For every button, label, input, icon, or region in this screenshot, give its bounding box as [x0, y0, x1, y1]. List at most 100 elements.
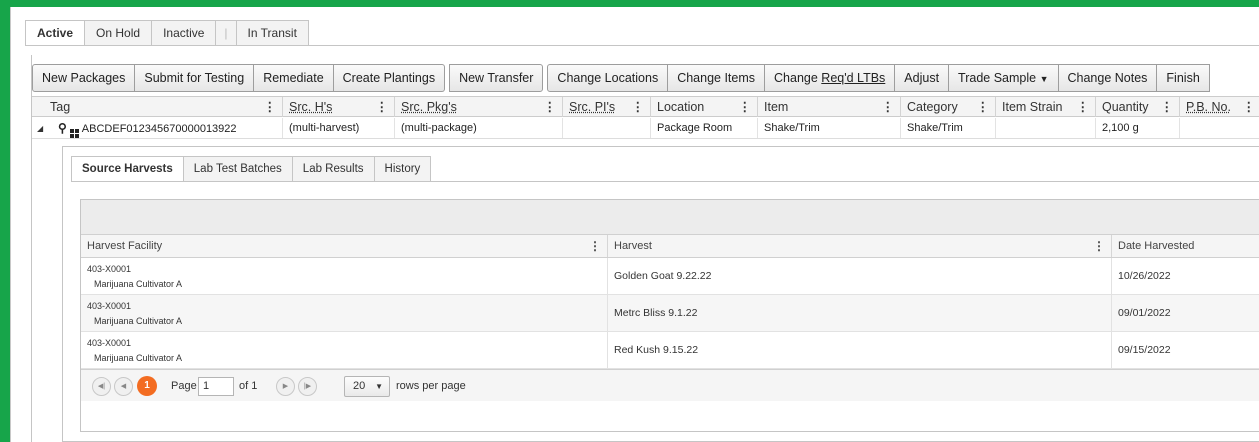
date-harvested: 09/15/2022 [1111, 332, 1259, 368]
harvest-facility-cell: 403-X0001 Marijuana Cultivator A [81, 258, 607, 294]
column-menu-icon[interactable]: ⋮ [739, 97, 752, 117]
col-src-pis[interactable]: Src. PI's ⋮ [562, 97, 650, 117]
row-item: Shake/Trim [757, 118, 900, 138]
table-row[interactable]: 403-X0001 Marijuana Cultivator A Metrc B… [81, 295, 1259, 332]
col-harvest-facility[interactable]: Harvest Facility ⋮ [81, 235, 607, 257]
trade-sample-button[interactable]: Trade Sample ▼ [949, 64, 1059, 92]
tab-lab-results[interactable]: Lab Results [292, 156, 375, 182]
col-harvest-label: Harvest [614, 240, 652, 252]
status-tabs-divider [25, 45, 1259, 46]
col-harvest[interactable]: Harvest ⋮ [607, 235, 1111, 257]
rows-per-page-value: 20 [353, 380, 366, 392]
tab-lab-test-batches[interactable]: Lab Test Batches [183, 156, 293, 182]
change-reqd-ltbs-button[interactable]: Change Req'd LTBs [765, 64, 896, 92]
column-menu-icon[interactable]: ⋮ [632, 97, 645, 117]
last-page-icon[interactable]: |▶ [298, 377, 317, 396]
first-page-icon[interactable]: ◀| [92, 377, 111, 396]
source-harvests-grid: Harvest Facility ⋮ Harvest ⋮ Date Harveste… [80, 199, 1259, 432]
row-quantity: 2,100 g [1095, 118, 1179, 138]
column-menu-icon[interactable]: ⋮ [264, 97, 277, 117]
col-quantity[interactable]: Quantity ⋮ [1095, 97, 1179, 117]
column-menu-icon[interactable]: ⋮ [1077, 97, 1090, 117]
change-reqd-ltbs-underlined: Req'd LTBs [821, 71, 886, 85]
harvest-facility-cell: 403-X0001 Marijuana Cultivator A [81, 295, 607, 331]
rows-per-page-label: rows per page [396, 380, 466, 392]
page-count: of 1 [239, 380, 258, 392]
change-notes-button[interactable]: Change Notes [1058, 64, 1158, 92]
col-location[interactable]: Location ⋮ [650, 97, 757, 117]
status-tabs: Active On Hold Inactive | In Transit [25, 20, 309, 46]
trade-sample-label: Trade Sample [958, 71, 1037, 85]
row-tag-cell: ⚲ ABCDEF012345670000013922 [54, 118, 282, 138]
current-page-badge[interactable]: 1 [137, 376, 157, 396]
page-input[interactable]: 1 [198, 377, 234, 396]
col-pb-no-label: P.B. No. [1186, 100, 1231, 114]
column-menu-icon[interactable]: ⋮ [376, 97, 389, 117]
col-date-harvested[interactable]: Date Harvested [1111, 235, 1259, 257]
collapse-triangle-icon[interactable]: ◢ [37, 118, 43, 139]
package-detail: Source Harvests Lab Test Batches Lab Res… [62, 146, 1259, 442]
col-tag-label: Tag [50, 100, 71, 114]
col-category-label: Category [907, 100, 958, 114]
packages-grid-header: Tag ⋮ Src. H's ⋮ Src. Pkg's ⋮ Src. PI's ⋮ Lo… [32, 96, 1259, 117]
qr-code-icon[interactable] [69, 129, 79, 138]
facility-name: Marijuana Cultivator A [94, 279, 183, 289]
new-transfer-button[interactable]: New Transfer [449, 64, 544, 92]
pager: ◀| ◀ 1 Page 1 of 1 ▶ |▶ 20 ▼ rows per pag… [81, 369, 1259, 401]
submit-for-testing-button[interactable]: Submit for Testing [135, 64, 255, 92]
table-row[interactable]: 403-X0001 Marijuana Cultivator A Red Kus… [81, 332, 1259, 369]
row-src-pkgs[interactable]: (multi-package) [394, 118, 562, 138]
col-src-hs-label: Src. H's [289, 100, 333, 114]
create-plantings-button[interactable]: Create Plantings [333, 64, 446, 92]
column-menu-icon[interactable]: ⋮ [977, 97, 990, 117]
row-tag[interactable]: ABCDEF012345670000013922 [82, 123, 237, 135]
col-location-label: Location [657, 100, 705, 114]
next-page-icon[interactable]: ▶ [276, 377, 295, 396]
col-item[interactable]: Item ⋮ [757, 97, 900, 117]
row-item-strain [995, 118, 1095, 138]
remediate-button[interactable]: Remediate [254, 64, 334, 92]
harvest-facility-cell: 403-X0001 Marijuana Cultivator A [81, 332, 607, 368]
column-menu-icon[interactable]: ⋮ [589, 235, 601, 257]
row-src-hs[interactable]: (multi-harvest) [282, 118, 394, 138]
column-menu-icon[interactable]: ⋮ [1093, 235, 1105, 257]
facility-name: Marijuana Cultivator A [94, 316, 183, 326]
column-menu-icon[interactable]: ⋮ [1243, 97, 1256, 117]
finish-button[interactable]: Finish [1157, 64, 1210, 92]
column-menu-icon[interactable]: ⋮ [882, 97, 895, 117]
grid-toolbar [81, 200, 1259, 235]
col-item-strain[interactable]: Item Strain ⋮ [995, 97, 1095, 117]
col-src-hs[interactable]: Src. H's ⋮ [282, 97, 394, 117]
page-label: Page [171, 380, 197, 392]
app-frame: Active On Hold Inactive | In Transit New… [10, 7, 1259, 442]
tab-source-harvests[interactable]: Source Harvests [71, 156, 184, 182]
tab-history[interactable]: History [374, 156, 432, 182]
row-pb-no [1179, 118, 1259, 138]
col-tag[interactable]: Tag ⋮ [44, 97, 282, 117]
detail-tabs-divider [71, 181, 1259, 182]
rows-per-page-select[interactable]: 20 ▼ [344, 376, 390, 397]
col-date-harvested-label: Date Harvested [1118, 240, 1195, 252]
tab-inactive[interactable]: Inactive [152, 20, 217, 46]
col-pb-no[interactable]: P.B. No. ⋮ [1179, 97, 1259, 117]
new-packages-button[interactable]: New Packages [32, 64, 136, 92]
col-harvest-facility-label: Harvest Facility [87, 240, 163, 252]
tab-in-transit[interactable]: In Transit [236, 20, 309, 46]
change-locations-button[interactable]: Change Locations [547, 64, 669, 92]
change-reqd-ltbs-prefix: Change [774, 71, 822, 85]
col-item-label: Item [764, 100, 789, 114]
adjust-button[interactable]: Adjust [895, 64, 950, 92]
tab-active[interactable]: Active [25, 20, 86, 46]
tab-on-hold[interactable]: On Hold [85, 20, 153, 46]
caret-down-icon: ▼ [375, 382, 383, 391]
prev-page-icon[interactable]: ◀ [114, 377, 133, 396]
column-menu-icon[interactable]: ⋮ [544, 97, 557, 117]
col-src-pkgs[interactable]: Src. Pkg's ⋮ [394, 97, 562, 117]
column-menu-icon[interactable]: ⋮ [1161, 97, 1174, 117]
col-category[interactable]: Category ⋮ [900, 97, 995, 117]
packages-panel: New Packages Submit for Testing Remediat… [31, 55, 1259, 442]
change-items-button[interactable]: Change Items [668, 64, 766, 92]
table-row[interactable]: ◢ ⚲ ABCDEF012345670000013922 (multi-harve… [32, 118, 1259, 139]
magnifier-icon[interactable]: ⚲ [58, 118, 67, 138]
table-row[interactable]: 403-X0001 Marijuana Cultivator A Golden … [81, 258, 1259, 295]
